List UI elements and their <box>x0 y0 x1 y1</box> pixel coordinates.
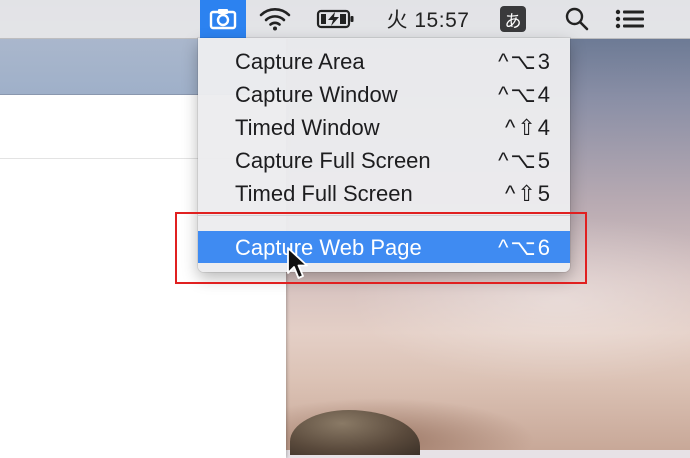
menu-item-capture-window[interactable]: Capture Window ^⌥4 <box>198 78 570 110</box>
camera-icon <box>209 9 237 30</box>
menu-item-timed-window[interactable]: Timed Window ^⇧4 <box>198 111 570 143</box>
list-icon <box>615 9 644 29</box>
menu-item-shortcut: ^⌥4 <box>498 82 552 107</box>
wifi-status[interactable] <box>252 0 298 38</box>
screenshot-menu-extra[interactable] <box>200 0 246 38</box>
menu-item-label: Timed Full Screen <box>235 181 413 206</box>
menu-item-timed-full-screen[interactable]: Timed Full Screen ^⇧5 <box>198 177 570 209</box>
notification-center-button[interactable] <box>610 0 650 38</box>
cursor-icon <box>287 247 308 279</box>
menu-item-shortcut: ^⌥5 <box>498 148 552 173</box>
menu-item-capture-area[interactable]: Capture Area ^⌥3 <box>198 45 570 77</box>
menu-bar: 火 15:57 あ <box>0 0 690 39</box>
menu-item-shortcut: ^⇧5 <box>505 181 552 206</box>
annotation-highlight-box <box>175 212 587 284</box>
input-method-menu[interactable]: あ <box>498 0 528 38</box>
search-icon <box>565 7 589 31</box>
menu-item-capture-full-screen[interactable]: Capture Full Screen ^⌥5 <box>198 144 570 176</box>
spotlight-button[interactable] <box>560 0 594 38</box>
menubar-clock[interactable]: 火 15:57 <box>380 0 476 38</box>
wifi-icon <box>259 8 291 31</box>
menu-item-label: Capture Window <box>235 82 398 107</box>
input-method-label: あ <box>500 6 526 32</box>
menu-item-shortcut: ^⌥3 <box>498 49 552 74</box>
menu-item-label: Timed Window <box>235 115 380 140</box>
menu-item-label: Capture Full Screen <box>235 148 431 173</box>
battery-status[interactable] <box>312 0 360 38</box>
menu-item-label: Capture Area <box>235 49 365 74</box>
battery-charging-icon <box>316 9 354 29</box>
menu-item-shortcut: ^⇧4 <box>505 115 552 140</box>
